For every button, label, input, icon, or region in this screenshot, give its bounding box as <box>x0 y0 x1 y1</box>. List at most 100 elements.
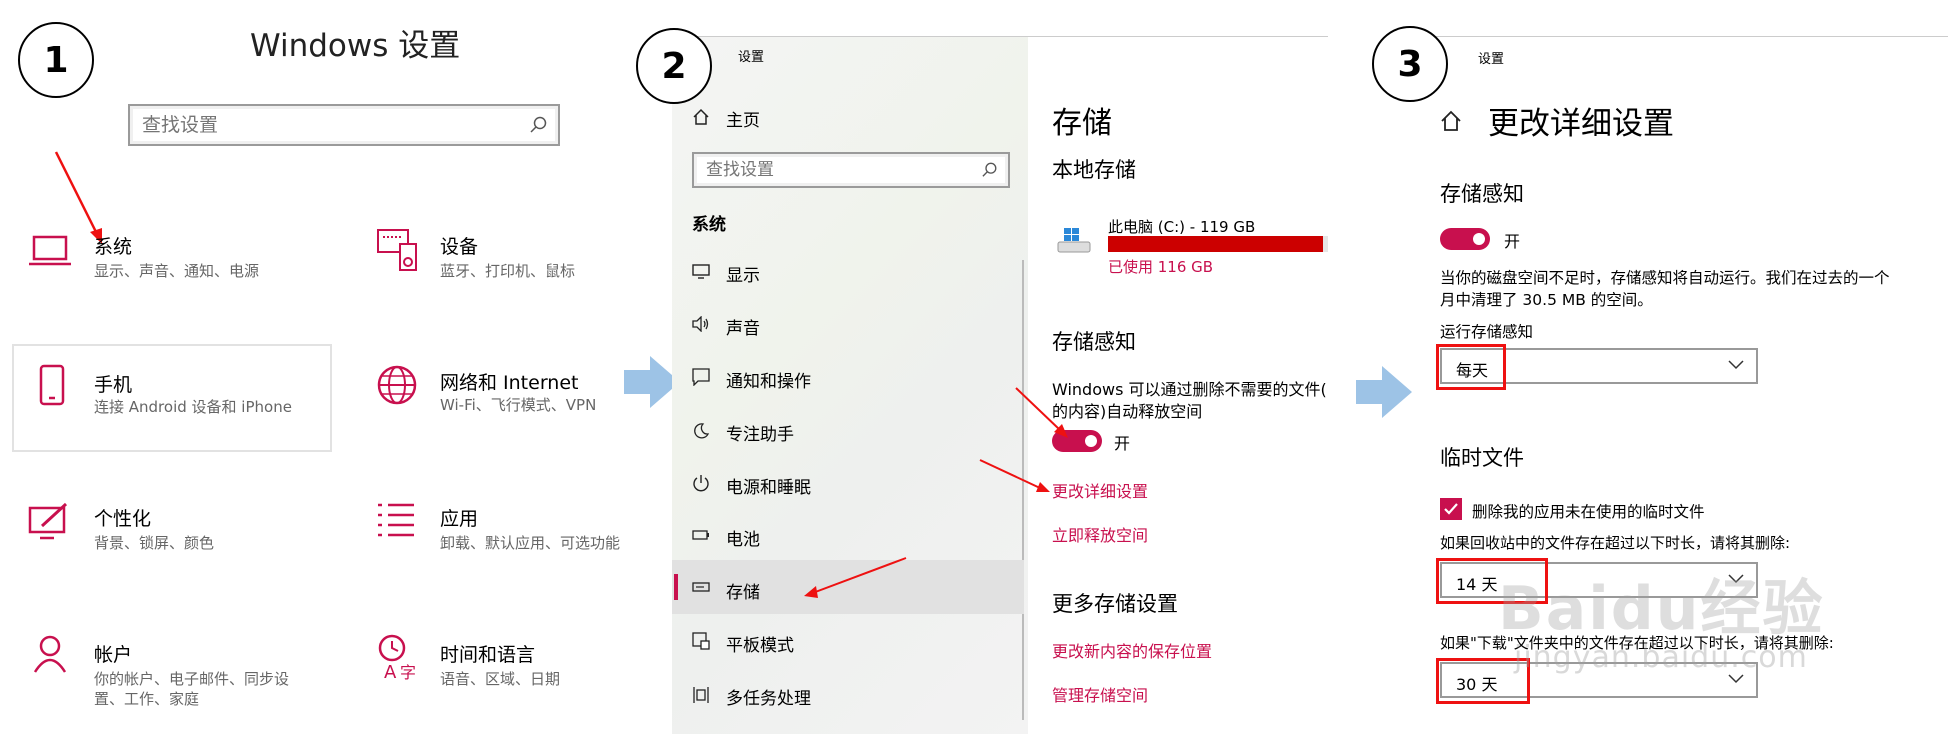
local-storage-heading: 本地存储 <box>1052 158 1136 182</box>
tile-subtitle: 背景、锁屏、颜色 <box>94 534 215 552</box>
change-detailed-settings-link[interactable]: 更改详细设置 <box>1052 478 1148 502</box>
page-title: Windows 设置 <box>250 28 461 64</box>
change-save-location-link[interactable]: 更改新内容的保存位置 <box>1052 638 1212 662</box>
run-storage-sense-label: 运行存储感知 <box>1440 323 1534 341</box>
tile-system[interactable]: 系统 显示、声音、通知、电源 <box>26 230 336 290</box>
tile-subtitle: 卸载、默认应用、可选功能 <box>440 534 621 552</box>
pointer-arrow <box>804 557 907 598</box>
apps-list-icon <box>378 503 414 537</box>
step-3-badge: 3 <box>1372 26 1448 102</box>
tile-title: 应用 <box>440 508 479 530</box>
tile-subtitle: Wi-Fi、飞行模式、VPN <box>440 396 597 414</box>
svg-text:A: A <box>384 662 397 680</box>
tile-apps[interactable]: 应用 卸载、默认应用、可选功能 <box>376 500 676 560</box>
search-box[interactable] <box>128 104 560 146</box>
tile-devices[interactable]: 设备 蓝牙、打印机、鼠标 <box>376 226 676 286</box>
tablet-mode-icon <box>692 632 710 650</box>
nav-item-power[interactable]: 电源和睡眠 <box>726 473 811 498</box>
search-icon <box>982 162 997 177</box>
nav-item-tablet-mode[interactable]: 平板模式 <box>726 631 794 656</box>
tile-subtitle: 显示、声音、通知、电源 <box>94 262 260 280</box>
free-up-space-link[interactable]: 立即释放空间 <box>1052 522 1148 546</box>
highlight-box <box>1436 344 1506 390</box>
temp-files-heading: 临时文件 <box>1440 446 1524 470</box>
svg-text:字: 字 <box>400 663 416 680</box>
toggle-state-label: 开 <box>1114 434 1131 453</box>
panel-top-border <box>672 36 1328 37</box>
storage-sense-heading: 存储感知 <box>1052 330 1136 354</box>
drive-label[interactable]: 此电脑 (C:) - 119 GB <box>1108 216 1255 237</box>
content-heading: 存储 <box>1052 106 1112 141</box>
home-icon <box>693 108 709 125</box>
checkbox-label: 删除我的应用未在使用的临时文件 <box>1472 503 1705 521</box>
check-icon <box>1444 503 1458 515</box>
tile-time-language[interactable]: A字 时间和语言 语音、区域、日期 <box>376 634 676 704</box>
tile-title: 设备 <box>440 236 479 258</box>
pointer-arrow <box>979 459 1050 492</box>
watermark-url: jingyan.baidu.com <box>1514 640 1808 675</box>
search-input[interactable] <box>130 106 485 144</box>
home-icon[interactable] <box>1440 110 1462 132</box>
time-language-icon: A字 <box>378 634 416 680</box>
pointer-arrow <box>1015 387 1068 438</box>
storage-sense-description: 当你的磁盘空间不足时，存储感知将自动运行。我们在过去的一个 <box>1440 269 1890 287</box>
tile-phone[interactable]: 手机 连接 Android 设备和 iPhone <box>12 344 332 452</box>
sound-icon <box>692 316 709 332</box>
display-icon <box>692 264 710 279</box>
next-step-arrow <box>1356 366 1412 418</box>
storage-sense-description: 的内容)自动释放空间 <box>1052 402 1203 421</box>
drive-used-text: 已使用 116 GB <box>1108 258 1214 276</box>
nav-section-heading: 系统 <box>692 215 726 235</box>
nav-home[interactable]: 主页 <box>726 106 760 131</box>
battery-icon <box>692 530 709 540</box>
storage-sense-heading: 存储感知 <box>1440 182 1524 206</box>
tile-personalization[interactable]: 个性化 背景、锁屏、颜色 <box>26 500 336 560</box>
tile-title: 网络和 Internet <box>440 372 579 394</box>
chevron-down-icon <box>1728 674 1744 684</box>
nav-item-battery[interactable]: 电池 <box>726 525 760 550</box>
keyboard-icon <box>377 229 417 271</box>
tile-title: 手机 <box>94 374 133 396</box>
paint-icon <box>28 502 68 540</box>
search-box[interactable] <box>692 152 1010 188</box>
search-input[interactable] <box>694 154 958 186</box>
nav-item-notifications[interactable]: 通知和操作 <box>726 367 811 392</box>
nav-item-focus-assist[interactable]: 专注助手 <box>726 420 794 445</box>
tile-subtitle: 你的帐户、电子邮件、同步设 <box>94 670 290 688</box>
notifications-icon <box>692 368 710 386</box>
tile-subtitle: 语音、区域、日期 <box>440 670 561 688</box>
nav-item-storage[interactable]: 存储 <box>726 578 760 603</box>
page-heading: 更改详细设置 <box>1488 106 1674 142</box>
storage-sense-description: 月中清理了 30.5 MB 的空间。 <box>1440 291 1653 309</box>
globe-icon <box>377 365 417 405</box>
tile-title: 帐户 <box>94 644 133 666</box>
delete-temp-files-checkbox[interactable] <box>1440 498 1462 520</box>
manage-storage-spaces-link[interactable]: 管理存储空间 <box>1052 682 1148 706</box>
focus-assist-icon <box>694 423 710 439</box>
phone-icon <box>39 364 65 406</box>
search-icon <box>530 116 547 133</box>
tile-accounts[interactable]: 帐户 你的帐户、电子邮件、同步设 置、工作、家庭 <box>26 634 336 714</box>
drive-usage-bar-track <box>1108 236 1328 252</box>
tile-subtitle: 连接 Android 设备和 iPhone <box>94 398 292 416</box>
nav-item-display[interactable]: 显示 <box>726 261 760 286</box>
recycle-bin-label: 如果回收站中的文件存在超过以下时长，请将其删除: <box>1440 534 1791 552</box>
nav-item-sound[interactable]: 声音 <box>726 314 760 339</box>
window-title: 设置 <box>1478 52 1505 67</box>
power-icon <box>693 475 709 492</box>
multitasking-icon <box>693 687 709 703</box>
window-title: 设置 <box>738 50 765 65</box>
tile-subtitle: 置、工作、家庭 <box>94 690 200 708</box>
more-storage-settings-heading: 更多存储设置 <box>1052 592 1178 616</box>
panel-top-border <box>1400 36 1948 37</box>
drive-icon <box>1057 228 1091 253</box>
tile-title: 个性化 <box>94 508 152 530</box>
tile-title: 时间和语言 <box>440 644 536 666</box>
chevron-down-icon <box>1728 360 1744 370</box>
step-1-badge: 1 <box>18 22 94 98</box>
toggle-state-label: 开 <box>1504 232 1521 251</box>
storage-sense-toggle[interactable] <box>1440 228 1490 250</box>
selection-marker <box>674 574 678 600</box>
nav-item-multitasking[interactable]: 多任务处理 <box>726 684 811 709</box>
laptop-icon <box>29 235 71 266</box>
